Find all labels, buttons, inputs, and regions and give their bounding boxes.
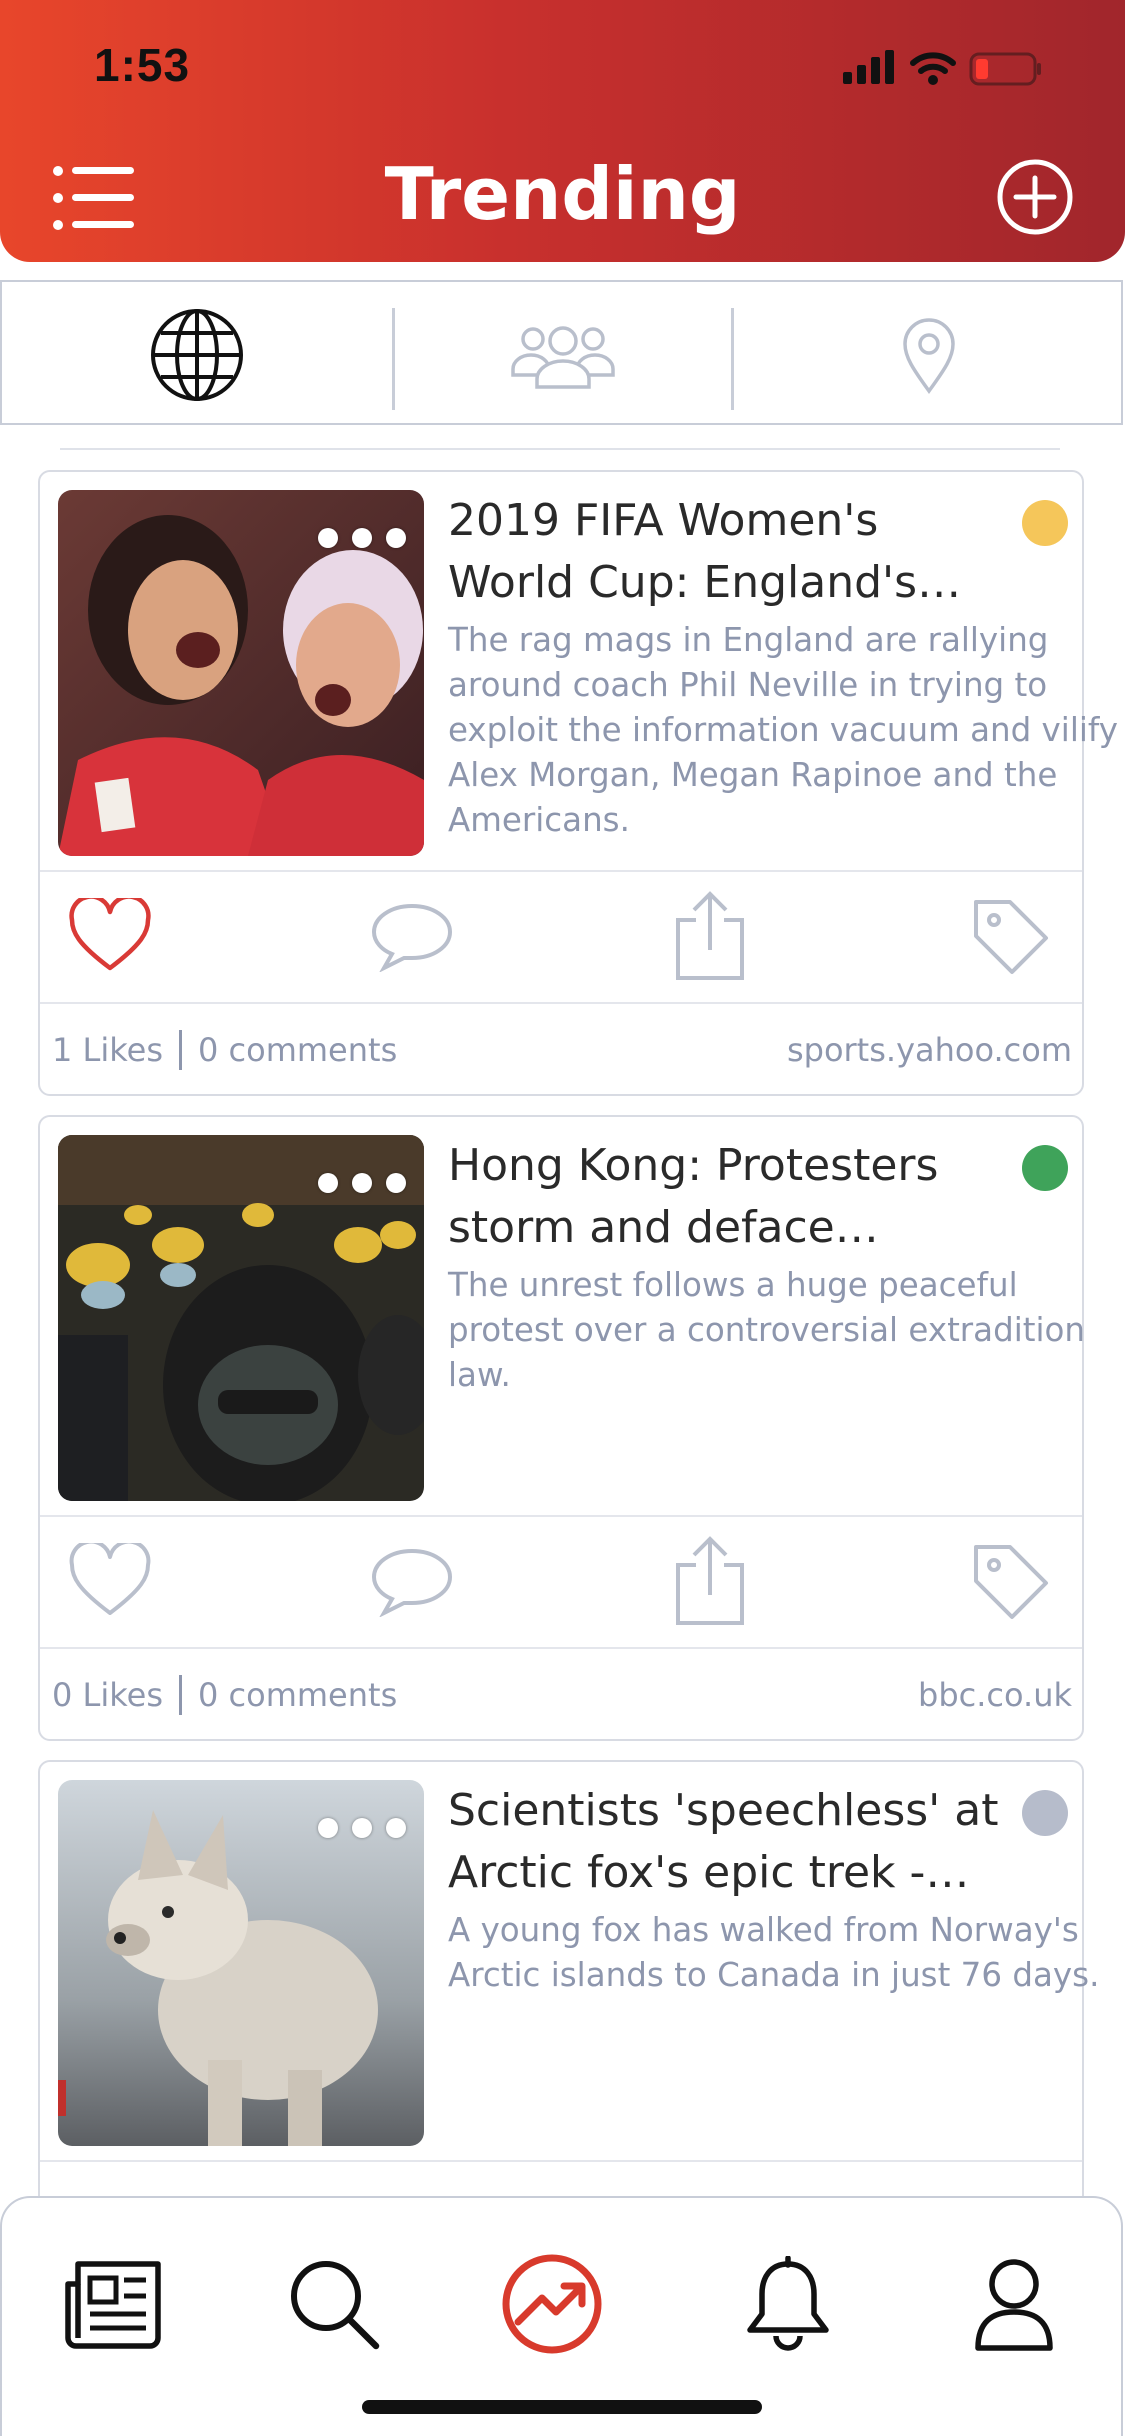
status-dot (1022, 500, 1068, 546)
newspaper-icon (65, 2261, 161, 2349)
battery-icon (969, 52, 1041, 86)
signal-icon (843, 50, 894, 84)
more-options-button[interactable] (318, 528, 406, 548)
article-image[interactable] (58, 490, 424, 856)
location-pin-icon (903, 317, 955, 394)
search-icon (291, 2261, 380, 2350)
feed-separator (60, 448, 1060, 450)
nav-trending[interactable] (492, 2244, 612, 2364)
tab-local[interactable] (734, 282, 1124, 427)
divider (40, 1002, 1082, 1004)
article-source[interactable]: sports.yahoo.com (787, 1020, 1072, 1080)
like-button[interactable] (60, 1531, 160, 1631)
article-title[interactable]: 2019 FIFA Women's World Cup: England's e… (448, 490, 1008, 614)
comments-count[interactable]: 0 comments (198, 1665, 397, 1725)
comments-count[interactable]: 0 comments (198, 1020, 397, 1080)
article-card[interactable]: Hong Kong: Protesters storm and deface p… (38, 1115, 1085, 1741)
people-icon (511, 325, 615, 389)
home-indicator (362, 2400, 762, 2414)
share-button[interactable] (660, 886, 760, 986)
article-stats: 0 Likes 0 comments (52, 1665, 397, 1725)
article-title[interactable]: Hong Kong: Protesters storm and deface p… (448, 1135, 1008, 1259)
heart-icon (69, 1543, 151, 1615)
page-title: Trending (384, 152, 741, 236)
article-card[interactable]: 2019 FIFA Women's World Cup: England's e… (38, 470, 1118, 1096)
heart-icon (69, 898, 151, 971)
bell-icon (747, 2256, 829, 2351)
share-button[interactable] (660, 1531, 760, 1631)
likes-count[interactable]: 0 Likes (52, 1665, 163, 1725)
divider (40, 870, 1082, 872)
person-icon (975, 2259, 1053, 2351)
more-options-button[interactable] (318, 1818, 406, 1838)
nav-news[interactable] (54, 2244, 174, 2364)
tag-icon (974, 1545, 1048, 1619)
more-options-button[interactable] (318, 1173, 406, 1193)
article-description: The unrest follows a huge peaceful prote… (448, 1266, 1086, 1394)
comment-button[interactable] (362, 1531, 462, 1631)
tag-icon (974, 900, 1048, 974)
divider (40, 1647, 1082, 1649)
share-icon (676, 1536, 744, 1625)
like-button[interactable] (60, 886, 160, 986)
wifi-icon (910, 52, 956, 85)
comment-icon (371, 1548, 453, 1617)
globe-icon (151, 308, 243, 401)
feed-filter-tabs (0, 280, 1123, 425)
tab-groups[interactable] (395, 282, 731, 427)
likes-count[interactable]: 1 Likes (52, 1020, 163, 1080)
comment-button[interactable] (362, 886, 462, 986)
article-image[interactable] (58, 1135, 424, 1501)
article-description: The rag mags in England are rallying aro… (448, 621, 1118, 839)
nav-search[interactable] (274, 2244, 394, 2364)
stats-divider (179, 1675, 182, 1715)
status-dot (1022, 1145, 1068, 1191)
article-description: A young fox has walked from Norway's Arc… (448, 1911, 1100, 1994)
article-source[interactable]: bbc.co.uk (918, 1665, 1072, 1725)
tag-button[interactable] (960, 886, 1060, 986)
trending-icon (502, 2254, 602, 2354)
stats-divider (179, 1030, 182, 1070)
status-dot (1022, 1790, 1068, 1836)
share-icon (676, 891, 744, 980)
nav-notifications[interactable] (728, 2244, 848, 2364)
app-header: 1:53 Trending (0, 0, 1125, 262)
status-time: 1:53 (94, 39, 191, 91)
plus-circle-icon (997, 159, 1073, 235)
nav-profile[interactable] (954, 2244, 1074, 2364)
article-stats: 1 Likes 0 comments (52, 1020, 397, 1080)
tag-button[interactable] (960, 1531, 1060, 1631)
divider (40, 1515, 1082, 1517)
divider (40, 2160, 1082, 2162)
comment-icon (371, 903, 453, 972)
article-title[interactable]: Scientists 'speechless' at Arctic fox's … (448, 1780, 1008, 1904)
article-image[interactable] (58, 1780, 424, 2146)
add-button[interactable] (996, 158, 1074, 236)
tab-global[interactable] (2, 282, 392, 427)
